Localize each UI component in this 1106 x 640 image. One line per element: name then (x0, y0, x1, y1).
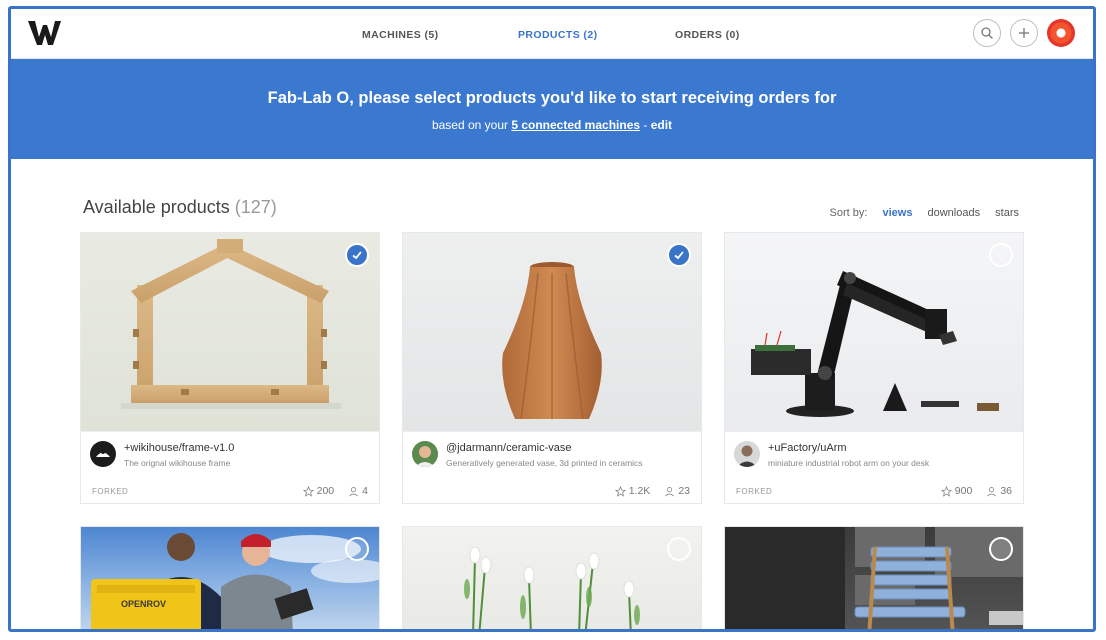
selected-checkbox[interactable] (345, 243, 369, 267)
owner-avatar (90, 441, 116, 467)
openrov-team-illustration: OPENROV (91, 533, 379, 629)
app-frame: MACHINES (5) PRODUCTS (2) ORDERS (0) Fab… (8, 6, 1096, 632)
fork-count: 36 (1000, 485, 1012, 497)
product-name[interactable]: @jdarmann/ceramic-vase (446, 442, 572, 454)
person-avatar-icon (412, 441, 438, 467)
wikihouse-logo-icon (96, 450, 110, 457)
nav-orders[interactable]: ORDERS (0) (675, 29, 740, 41)
selected-checkbox[interactable] (667, 243, 691, 267)
sort-option-views[interactable]: views (882, 207, 912, 219)
banner-sub-sep: - (640, 118, 651, 132)
connected-machines-link[interactable]: 5 connected machines (511, 118, 640, 132)
check-icon (352, 251, 362, 260)
unselected-checkbox[interactable] (345, 537, 369, 561)
unselected-checkbox[interactable] (989, 243, 1013, 267)
user-icon (665, 486, 675, 496)
product-card[interactable]: +uFactory/uArm miniature industrial robo… (725, 233, 1023, 503)
nav-products[interactable]: PRODUCTS (2) (518, 29, 597, 41)
banner-headline: Fab-Lab O, please select products you'd … (267, 89, 837, 107)
star-icon (614, 485, 626, 497)
sort-controls: Sort by: views downloads stars (830, 207, 1020, 219)
unselected-checkbox[interactable] (667, 537, 691, 561)
user-icon (349, 486, 359, 496)
vase-illustration (502, 262, 602, 420)
star-icon (940, 485, 952, 497)
product-image (403, 527, 701, 629)
product-image: OPENROV (81, 527, 379, 629)
sort-option-stars[interactable]: stars (995, 207, 1019, 219)
product-description: The orignal wikihouse frame (124, 458, 231, 468)
section-title: Available products (127) (83, 197, 277, 218)
fork-count: 23 (678, 485, 690, 497)
product-stats: 200 4 (302, 485, 368, 497)
product-card[interactable]: OPENROV (81, 527, 379, 629)
banner-subline: based on your 5 connected machines - edi… (11, 118, 1093, 132)
selection-banner: Fab-Lab O, please select products you'd … (11, 59, 1093, 159)
sort-label: Sort by: (829, 207, 868, 219)
forked-tag: FORKED (92, 487, 129, 496)
product-image (403, 233, 701, 431)
section-title-text: Available products (83, 197, 230, 217)
star-count: 200 (316, 485, 335, 497)
user-icon (987, 486, 997, 496)
product-count: (127) (234, 197, 277, 217)
fork-count: 4 (362, 485, 368, 497)
forked-tag: FORKED (736, 487, 773, 496)
add-button[interactable] (1010, 19, 1038, 47)
owner-avatar (734, 441, 760, 467)
user-avatar[interactable] (1047, 19, 1075, 47)
star-icon (302, 485, 314, 497)
product-info: +uFactory/uArm miniature industrial robo… (725, 431, 1023, 503)
robot-arm-illustration (751, 271, 999, 417)
owner-avatar (412, 441, 438, 467)
sort-option-downloads[interactable]: downloads (928, 207, 981, 219)
product-image (725, 233, 1023, 431)
product-image (725, 527, 1023, 629)
person-avatar-icon (734, 441, 760, 467)
product-card[interactable] (725, 527, 1023, 629)
openrov-case-label: OPENROV (121, 599, 166, 609)
product-card[interactable]: @jdarmann/ceramic-vase Generatively gene… (403, 233, 701, 503)
search-button[interactable] (973, 19, 1001, 47)
product-name[interactable]: +uFactory/uArm (768, 442, 847, 454)
star-count: 900 (954, 485, 973, 497)
product-description: miniature industrial robot arm on your d… (768, 458, 930, 468)
product-card[interactable]: +wikihouse/frame-v1.0 The orignal wikiho… (81, 233, 379, 503)
product-stats: 900 36 (940, 485, 1012, 497)
unselected-checkbox[interactable] (989, 537, 1013, 561)
nav-machines[interactable]: MACHINES (5) (362, 29, 439, 41)
chair-illustration (725, 527, 1023, 629)
search-icon (981, 27, 993, 39)
banner-sub-prefix: based on your (431, 118, 512, 132)
product-name[interactable]: +wikihouse/frame-v1.0 (124, 442, 234, 454)
main-nav: MACHINES (5) PRODUCTS (2) ORDERS (0) (11, 9, 1093, 59)
check-icon (674, 251, 684, 260)
product-stats: 1.2K 23 (614, 485, 690, 497)
frame-illustration (121, 239, 341, 409)
product-description: Generatively generated vase, 3d printed … (446, 458, 643, 468)
plus-icon (1019, 28, 1029, 38)
product-info: @jdarmann/ceramic-vase Generatively gene… (403, 431, 701, 503)
product-image (81, 233, 379, 431)
product-info: +wikihouse/frame-v1.0 The orignal wikiho… (81, 431, 379, 503)
flowers-illustration (464, 546, 640, 629)
star-count: 1.2K (628, 485, 651, 497)
top-bar: MACHINES (5) PRODUCTS (2) ORDERS (0) (11, 9, 1093, 59)
product-card[interactable] (403, 527, 701, 629)
edit-link[interactable]: edit (651, 118, 672, 132)
